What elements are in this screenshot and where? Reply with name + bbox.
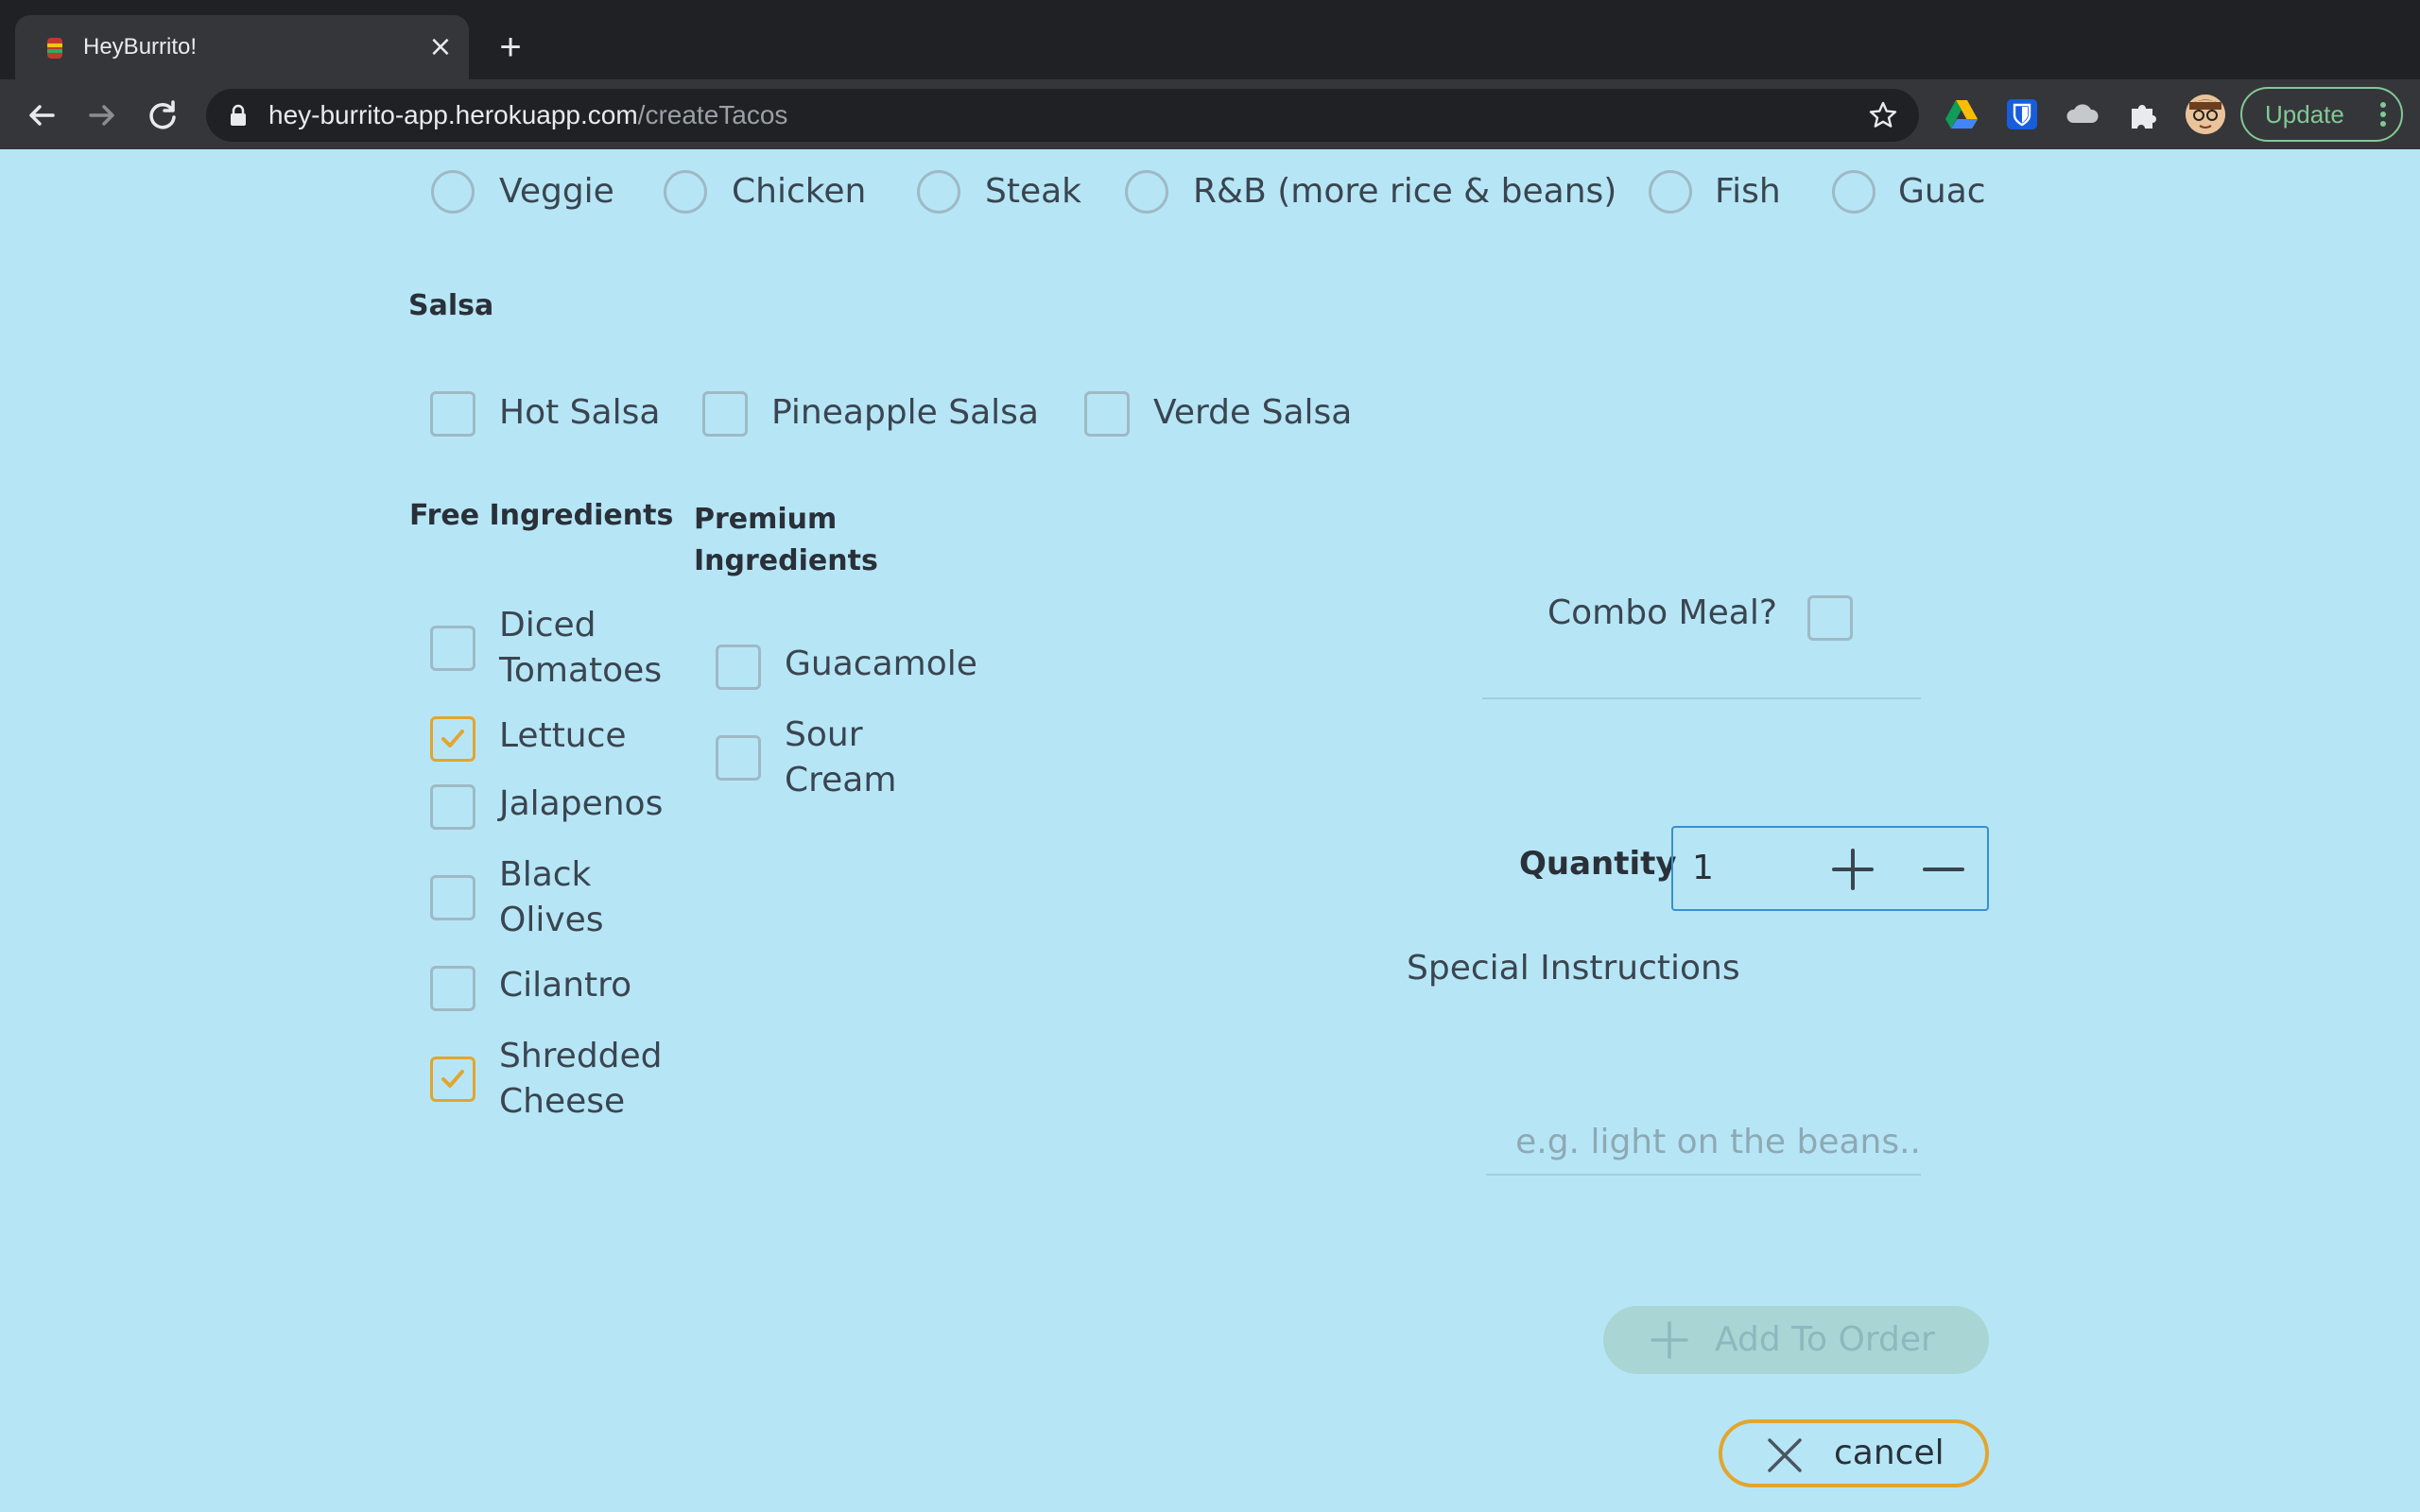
checkbox[interactable] [716,735,761,781]
add-to-order-button[interactable]: Add To Order [1603,1306,1989,1374]
cloud-icon[interactable] [2065,96,2100,132]
tab-title: HeyBurrito! [83,34,198,60]
option-label: Hot Salsa [499,393,661,432]
option-label: Lettuce [499,716,627,755]
checkbox-checked[interactable] [430,1057,475,1102]
option-label: Sour Cream [785,715,897,799]
browser-tab-bar: HeyBurrito! × + [0,0,2420,79]
update-label: Update [2265,100,2344,129]
radio-button[interactable] [1832,170,1876,214]
combo-meal-checkbox[interactable] [1807,595,1853,641]
bitwarden-shield-icon[interactable] [2004,96,2040,132]
url-text: hey-burrito-app.herokuapp.com/createTaco… [268,89,787,142]
radio-button[interactable] [431,170,475,214]
radio-button[interactable] [664,170,707,214]
quantity-value[interactable]: 1 [1692,828,1714,909]
checkbox[interactable] [1084,391,1130,437]
checkmark-icon [441,1070,464,1088]
increment-plus-icon[interactable] [1830,847,1876,892]
salsa-heading: Salsa [408,289,494,322]
option-label: R&B (more rice & beans) [1193,172,1617,211]
checkbox[interactable] [430,784,475,830]
update-button[interactable]: Update [2240,87,2403,142]
google-drive-icon[interactable] [1944,96,1979,132]
checkbox[interactable] [430,626,475,671]
browser-tab[interactable]: HeyBurrito! × [15,15,469,79]
forward-icon[interactable] [81,94,123,136]
combo-divider [1482,697,1921,699]
option-label: Jalapenos [499,784,664,823]
option-label: Diced Tomatoes [499,606,663,690]
free-ingredients-heading: Free Ingredients [409,499,674,532]
more-menu-icon[interactable] [2380,102,2386,127]
cancel-label: cancel [1834,1434,1945,1472]
checkbox[interactable] [430,966,475,1011]
checkbox[interactable] [430,875,475,920]
url-path: /createTacos [637,100,788,129]
radio-button[interactable] [1649,170,1692,214]
option-label: Chicken [732,172,867,211]
option-label: Veggie [499,172,614,211]
option-label: Cilantro [499,966,632,1005]
option-label: Black Olives [499,855,604,939]
option-label: Pineapple Salsa [771,393,1039,432]
url-host: hey-burrito-app.herokuapp.com [268,100,638,129]
special-instructions-label: Special Instructions [1407,949,1740,988]
checkmark-icon [441,730,464,747]
browser-toolbar: hey-burrito-app.herokuapp.com/createTaco… [0,79,2420,149]
create-tacos-page: Veggie Chicken Steak R&B (more rice & be… [0,149,2420,1512]
checkbox[interactable] [430,391,475,437]
burrito-favicon-icon [47,38,62,59]
option-label: Guac [1898,172,1986,211]
plus-icon [1651,1321,1688,1359]
bookmark-star-icon[interactable] [1868,100,1898,130]
checkbox-checked[interactable] [430,716,475,762]
option-label: Steak [985,172,1082,211]
option-label: Verde Salsa [1153,393,1353,432]
back-icon[interactable] [21,94,62,136]
radio-button[interactable] [1125,170,1168,214]
checkbox[interactable] [702,391,748,437]
quantity-stepper[interactable]: 1 [1671,826,1989,911]
quantity-label: Quantity [1519,845,1677,883]
new-tab-icon[interactable]: + [492,28,529,66]
radio-button[interactable] [917,170,960,214]
option-label: Shredded Cheese [499,1037,663,1121]
premium-ingredients-heading: Premium Ingredients [694,503,878,577]
lock-icon [231,104,246,126]
cancel-button[interactable]: cancel [1719,1419,1989,1487]
profile-avatar[interactable] [2186,94,2225,134]
decrement-minus-icon[interactable] [1921,847,1966,892]
special-instructions-input[interactable] [1486,1109,1921,1176]
close-tab-icon[interactable]: × [425,32,456,62]
close-x-icon [1768,1438,1802,1472]
extensions-puzzle-icon[interactable] [2125,96,2161,132]
checkbox[interactable] [716,644,761,690]
reload-icon[interactable] [142,94,183,136]
address-bar[interactable]: hey-burrito-app.herokuapp.com/createTaco… [206,89,1919,142]
combo-meal-label: Combo Meal? [1547,593,1777,632]
option-label: Guacamole [785,644,977,683]
add-to-order-label: Add To Order [1715,1320,1935,1359]
option-label: Fish [1715,172,1781,211]
avatar-face-icon [2186,94,2225,134]
